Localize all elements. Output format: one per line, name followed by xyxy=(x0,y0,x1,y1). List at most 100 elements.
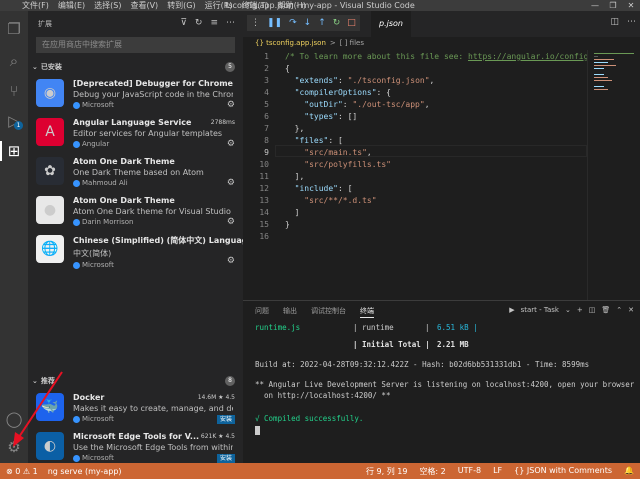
split-terminal-icon[interactable]: ◫ xyxy=(589,306,596,314)
active-indicator xyxy=(0,141,2,161)
installed-count-badge: 5 xyxy=(225,62,235,72)
tab-output[interactable]: 输出 xyxy=(283,306,297,316)
task-status[interactable]: ng serve (my-app) xyxy=(48,467,122,476)
chevron-down-icon[interactable]: ⌄ xyxy=(565,306,571,314)
menu-edit[interactable]: 编辑(E) xyxy=(58,0,85,11)
minimize-button[interactable]: — xyxy=(586,0,604,11)
line-number: 15 xyxy=(259,220,269,229)
code-line: "files": [ xyxy=(294,136,343,145)
tab-problems[interactable]: 问题 xyxy=(255,306,269,316)
close-button[interactable]: ✕ xyxy=(622,0,640,11)
breadcrumb-symbol[interactable]: [ ] files xyxy=(340,37,364,50)
maximize-button[interactable]: ❐ xyxy=(604,0,622,11)
verified-icon xyxy=(73,101,80,109)
line-number: 12 xyxy=(259,184,269,193)
extension-description: Makes it easy to create, manage, and deb… xyxy=(73,404,233,413)
search-icon[interactable]: ⌕ xyxy=(4,51,24,71)
terminal-cursor-line xyxy=(255,425,630,436)
vscode-window: 文件(F) 编辑(E) 选择(S) 查看(V) 转到(G) 运行(R) 终端(T… xyxy=(0,0,640,479)
recommended-section-header[interactable]: ⌄ 推荐 8 xyxy=(28,373,243,389)
extension-item[interactable]: ◉ [Deprecated] Debugger for Chrome Debug y… xyxy=(28,75,243,114)
trash-icon[interactable]: 🗑 xyxy=(601,306,610,314)
notifications-bell-icon[interactable]: 🔔 xyxy=(624,466,634,477)
manage-gear-icon[interactable]: ⚙ xyxy=(227,256,235,266)
install-button[interactable]: 安装 xyxy=(216,415,235,424)
indentation[interactable]: 空格: 2 xyxy=(419,466,445,477)
encoding[interactable]: UTF-8 xyxy=(458,466,481,477)
step-into-icon[interactable]: ↓ xyxy=(304,18,312,28)
tab-terminal[interactable]: 终端 xyxy=(360,305,374,318)
minimap-line xyxy=(594,68,604,69)
menu-run[interactable]: 运行(R) xyxy=(205,0,233,11)
extensions-sidebar: 扩展 ⊽ ↻ ≡ ⋯ 在应用商店中搜索扩展 ⌄ 已安装 5 ◉ [Deprecat… xyxy=(28,11,243,463)
step-out-icon[interactable]: ↑ xyxy=(318,18,326,28)
pause-icon[interactable]: ❚❚ xyxy=(267,18,282,28)
explorer-icon[interactable]: ❐ xyxy=(4,19,24,39)
manage-gear-icon[interactable]: ⚙ xyxy=(227,178,235,188)
line-ending[interactable]: LF xyxy=(493,466,502,477)
restart-icon[interactable]: ↻ xyxy=(333,18,341,28)
extension-item[interactable]: 🐳 Docker Makes it easy to create, manage, … xyxy=(28,389,243,428)
terminal-line: runtime.js | runtime | 6.51 kB | xyxy=(255,323,478,332)
breadcrumb-file[interactable]: {} tsconfig.app.json xyxy=(255,37,326,50)
recommended-list: 🐳 Docker Makes it easy to create, manage, … xyxy=(28,389,243,463)
installed-section-header[interactable]: ⌄ 已安装 5 xyxy=(28,59,243,75)
extension-logo-icon: ◐ xyxy=(36,432,64,460)
clear-icon[interactable]: ≡ xyxy=(210,18,218,28)
manage-gear-icon[interactable]: ⚙ xyxy=(227,217,235,227)
extension-name: Atom One Dark Theme xyxy=(73,157,175,166)
source-control-icon[interactable]: ⑂ xyxy=(4,81,24,101)
code-line: "include": [ xyxy=(294,184,353,193)
terminal-selector[interactable]: start - Task xyxy=(521,306,559,314)
menu-selection[interactable]: 选择(S) xyxy=(94,0,121,11)
extension-search-input[interactable]: 在应用商店中搜索扩展 xyxy=(36,37,235,53)
extension-item[interactable]: 🌐 Chinese (Simplified) (简体中文) Languag... 中… xyxy=(28,231,243,270)
menu-file[interactable]: 文件(F) xyxy=(22,0,49,11)
tab-debug-console[interactable]: 调试控制台 xyxy=(311,306,346,316)
extension-item[interactable]: ✿ Atom One Dark Theme One Dark Theme based… xyxy=(28,153,243,192)
extension-meta: 621K ★ 4.5 xyxy=(200,433,235,440)
code-editor[interactable]: 1 /* To learn more about this file see: h… xyxy=(243,50,588,300)
recommended-block: ⌄ 推荐 8 🐳 Docker Makes it easy to create, m… xyxy=(28,373,243,463)
more-actions-icon[interactable]: ⋯ xyxy=(627,17,636,27)
line-number: 14 xyxy=(259,208,269,217)
close-panel-icon[interactable]: ✕ xyxy=(628,306,634,314)
menu-view[interactable]: 查看(V) xyxy=(130,0,158,11)
chevron-up-icon[interactable]: ⌃ xyxy=(616,306,622,314)
menu-goto[interactable]: 转到(G) xyxy=(167,0,195,11)
cursor-position[interactable]: 行 9, 列 19 xyxy=(366,466,407,477)
minimap-line xyxy=(594,53,634,54)
minimap[interactable] xyxy=(587,50,640,300)
extension-item[interactable]: ◐ Microsoft Edge Tools for V... Use the Mi… xyxy=(28,428,243,463)
drag-handle-icon[interactable]: ⋮ xyxy=(251,18,260,28)
extension-name: Atom One Dark Theme xyxy=(73,196,175,205)
more-actions-icon[interactable]: ⋯ xyxy=(226,18,235,28)
account-icon[interactable]: ◯ xyxy=(4,409,24,429)
split-editor-icon[interactable]: ◫ xyxy=(610,17,619,27)
install-button[interactable]: 安装 xyxy=(216,454,235,463)
code-line: "src/**/*.d.ts" xyxy=(304,196,377,205)
add-terminal-icon[interactable]: + xyxy=(577,306,583,314)
extensions-icon[interactable]: ⊞ xyxy=(4,141,24,161)
line-number: 9 xyxy=(264,148,269,157)
menu-terminal[interactable]: 终端(T) xyxy=(241,0,268,11)
refresh-icon[interactable]: ↻ xyxy=(195,18,203,28)
installed-label: 已安装 xyxy=(40,63,62,71)
code-line: "src/main.ts", xyxy=(304,148,372,157)
step-over-icon[interactable]: ↷ xyxy=(289,18,297,28)
filter-icon[interactable]: ⊽ xyxy=(180,18,187,28)
menu-help[interactable]: 帮助(H) xyxy=(278,0,306,11)
manage-gear-icon[interactable]: ⚙ xyxy=(227,139,235,149)
language-mode[interactable]: {} JSON with Comments xyxy=(514,466,612,477)
verified-icon xyxy=(73,454,80,462)
manage-gear-icon[interactable]: ⚙ xyxy=(227,100,235,110)
problems-status[interactable]: ⊗ 0 ⚠ 1 xyxy=(6,467,38,476)
extension-item[interactable]: A Angular Language Service Editor services… xyxy=(28,114,243,153)
manage-gear-icon[interactable]: ⚙ xyxy=(4,437,24,457)
tab-tsconfig-app-json[interactable]: p.json xyxy=(371,11,411,37)
bottom-panel: 问题 输出 调试控制台 终端 ▶ start - Task ⌄ + ◫ 🗑 ⌃ … xyxy=(243,300,640,463)
terminal-output[interactable]: runtime.js | runtime | 6.51 kB | | Initial … xyxy=(255,323,634,436)
line-number: 16 xyxy=(259,232,269,241)
stop-icon[interactable]: □ xyxy=(347,18,356,28)
extension-item[interactable]: ● Atom One Dark Theme Atom One Dark theme … xyxy=(28,192,243,231)
